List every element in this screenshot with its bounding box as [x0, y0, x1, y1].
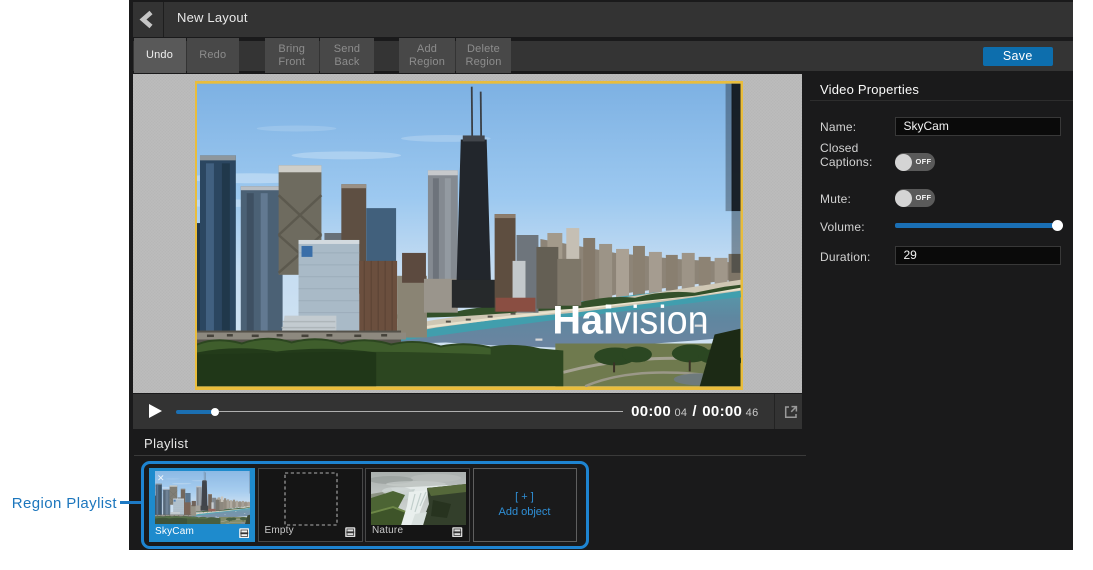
svg-text:Hai: Hai — [552, 299, 614, 343]
svg-text:vision: vision — [612, 299, 709, 343]
